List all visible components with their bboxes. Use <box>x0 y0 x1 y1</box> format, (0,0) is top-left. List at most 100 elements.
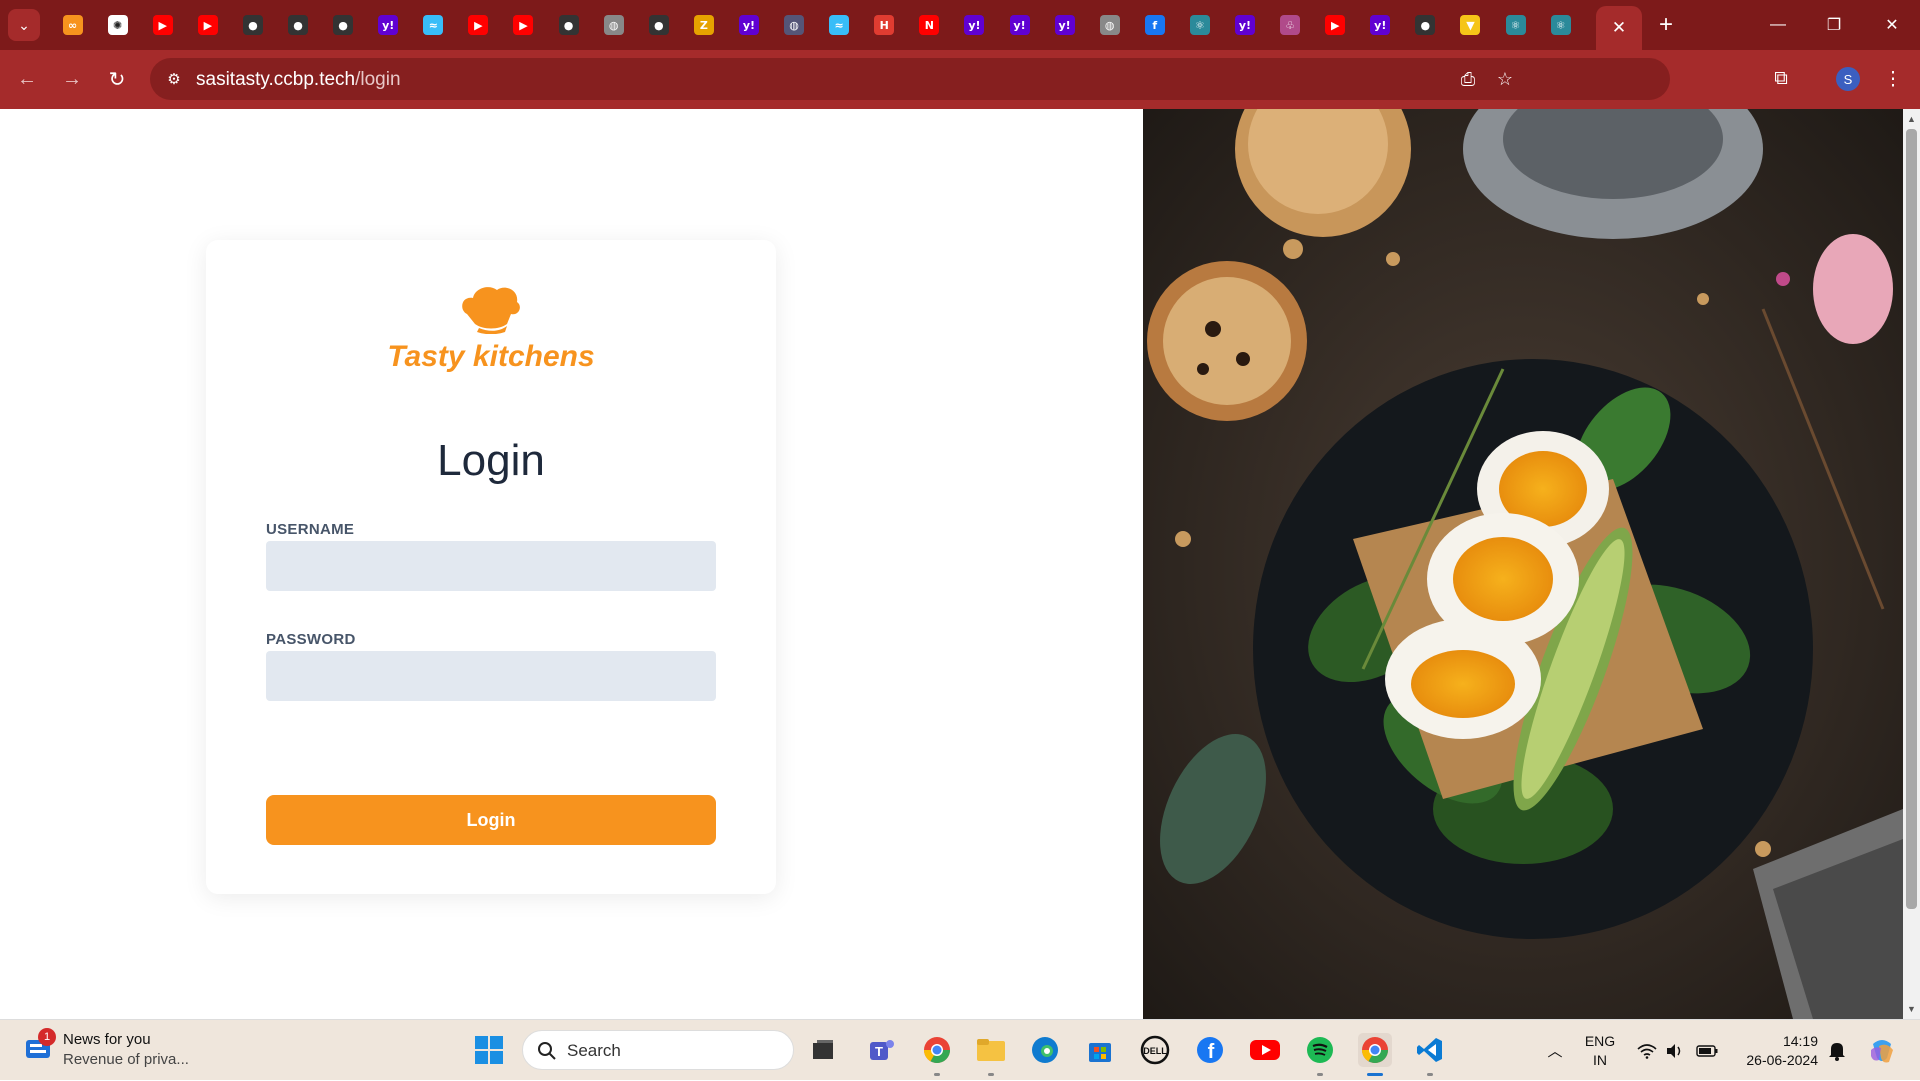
browser-tab[interactable]: ♧ <box>1268 9 1313 41</box>
browser-tab[interactable]: Z <box>681 9 726 41</box>
teams-icon[interactable]: T <box>865 1033 899 1067</box>
youtube-icon[interactable] <box>1248 1033 1282 1067</box>
back-button[interactable]: ← <box>10 62 44 96</box>
microsoft-store-icon[interactable] <box>1083 1033 1117 1067</box>
browser-tab[interactable]: y! <box>366 9 411 41</box>
chrome-profile-icon[interactable] <box>1358 1033 1392 1067</box>
browser-tab[interactable]: ● <box>1403 9 1448 41</box>
chrome-icon[interactable] <box>920 1033 954 1067</box>
tab-search-button[interactable]: ⌄ <box>8 9 40 41</box>
taskbar: 1 News for you Revenue of priva... Searc… <box>0 1019 1920 1080</box>
browser-tab[interactable]: ● <box>275 9 320 41</box>
file-explorer-icon[interactable] <box>974 1033 1008 1067</box>
site-info-icon[interactable]: ⚙ <box>162 67 186 91</box>
close-window-button[interactable]: ✕ <box>1864 0 1920 50</box>
profile-avatar[interactable]: S <box>1836 67 1860 91</box>
explorer-running-indicator <box>988 1073 994 1076</box>
browser-tab[interactable]: ▶ <box>140 9 185 41</box>
scroll-up-arrow[interactable]: ▲ <box>1903 111 1920 127</box>
browser-tab[interactable]: y! <box>952 9 997 41</box>
browser-tab[interactable]: y! <box>726 9 771 41</box>
search-icon <box>538 1042 556 1060</box>
system-clock[interactable]: 14:19 26-06-2024 <box>1728 1032 1818 1070</box>
scroll-down-arrow[interactable]: ▼ <box>1903 1001 1920 1017</box>
youtube-icon: ▶ <box>468 15 489 35</box>
lang-line1: ENG <box>1584 1033 1616 1049</box>
browser-tab[interactable]: ⚛ <box>1177 9 1222 41</box>
browser-tab[interactable]: ▶ <box>1313 9 1358 41</box>
language-indicator[interactable]: ENG IN <box>1582 1032 1618 1070</box>
search-label: Search <box>567 1041 621 1060</box>
active-tab-close-button[interactable]: ✕ <box>1596 6 1642 50</box>
news-subtitle[interactable]: Revenue of priva... <box>63 1051 189 1068</box>
yahoo-icon: y! <box>1009 15 1030 35</box>
browser-tab[interactable]: ◍ <box>1087 9 1132 41</box>
browser-tab[interactable]: ∞ <box>50 9 95 41</box>
browser-tab[interactable]: y! <box>1358 9 1403 41</box>
browser-tab[interactable]: ⚛ <box>1538 9 1583 41</box>
minimize-button[interactable]: — <box>1750 0 1806 50</box>
browser-tab[interactable]: y! <box>997 9 1042 41</box>
browser-tab[interactable]: ≈ <box>817 9 862 41</box>
chrome-menu-button[interactable]: ⋮ <box>1876 62 1910 96</box>
react-icon: ⚛ <box>1505 15 1526 35</box>
brand-name: Tasty kitchens <box>387 340 595 373</box>
address-bar[interactable]: ⚙ sasitasty.ccbp.tech/login ⎙ ☆ <box>150 58 1670 100</box>
reload-button[interactable]: ↻ <box>100 62 134 96</box>
volume-icon[interactable] <box>1662 1020 1688 1081</box>
login-button[interactable]: Login <box>266 795 716 845</box>
scroll-thumb[interactable] <box>1906 129 1917 909</box>
news-title[interactable]: News for you <box>63 1031 151 1048</box>
facebook-icon[interactable]: f <box>1193 1033 1227 1067</box>
browser-tab[interactable]: ◍ <box>772 9 817 41</box>
browser-tab[interactable]: ▼ <box>1448 9 1493 41</box>
browser-tab[interactable]: ⚛ <box>1493 9 1538 41</box>
taskbar-search[interactable]: Search <box>522 1030 794 1070</box>
chef-hat-logo-icon <box>462 287 520 334</box>
wifi-icon[interactable] <box>1634 1020 1660 1081</box>
github-icon: ● <box>558 15 579 35</box>
browser-tab[interactable]: ✺ <box>95 9 140 41</box>
show-hidden-icons-chevron-icon[interactable]: ︿ <box>1540 1020 1570 1081</box>
bookmark-star-icon[interactable]: ☆ <box>1493 67 1517 91</box>
browser-tab[interactable]: ● <box>636 9 681 41</box>
dell-icon[interactable]: DELL <box>1138 1033 1172 1067</box>
yahoo-icon: y! <box>1054 15 1075 35</box>
username-input[interactable] <box>266 541 716 591</box>
browser-tab[interactable]: y! <box>1222 9 1267 41</box>
vscode-icon[interactable] <box>1413 1033 1447 1067</box>
url-text[interactable]: sasitasty.ccbp.tech/login <box>196 69 401 91</box>
battery-icon[interactable] <box>1692 1020 1722 1081</box>
browser-tab[interactable]: ≈ <box>411 9 456 41</box>
browser-tab[interactable]: ◍ <box>591 9 636 41</box>
restore-button[interactable]: ❐ <box>1806 0 1862 50</box>
browser-tab[interactable]: H <box>862 9 907 41</box>
edge-icon[interactable] <box>1028 1033 1062 1067</box>
browser-tab[interactable]: ▶ <box>501 9 546 41</box>
copilot-icon[interactable] <box>1864 1020 1900 1081</box>
page-scrollbar[interactable]: ▲ ▼ <box>1903 109 1920 1019</box>
browser-tab[interactable]: ▶ <box>456 9 501 41</box>
vite-icon: ▼ <box>1460 15 1481 35</box>
forward-button[interactable]: → <box>55 62 89 96</box>
new-tab-button[interactable]: + <box>1650 9 1682 41</box>
globe-icon: ◍ <box>603 15 624 35</box>
password-input[interactable] <box>266 651 716 701</box>
browser-tab[interactable]: N <box>907 9 952 41</box>
task-view-icon[interactable] <box>806 1033 840 1067</box>
spotify-icon[interactable] <box>1303 1033 1337 1067</box>
password-label: PASSWORD <box>266 631 356 648</box>
tailwind-icon: ≈ <box>829 15 850 35</box>
browser-tab[interactable]: ● <box>321 9 366 41</box>
browser-tab[interactable]: ● <box>230 9 275 41</box>
browser-tab[interactable]: ▶ <box>185 9 230 41</box>
browser-tab[interactable]: f <box>1132 9 1177 41</box>
chrome-running-indicator <box>934 1073 940 1076</box>
extensions-icon[interactable]: ⧉ <box>1764 62 1798 96</box>
facebook-icon: f <box>1144 15 1165 35</box>
windows-start-icon[interactable] <box>474 1035 504 1065</box>
browser-tab[interactable]: y! <box>1042 9 1087 41</box>
notification-bell-icon[interactable] <box>1822 1020 1852 1081</box>
browser-tab[interactable]: ● <box>546 9 591 41</box>
install-app-icon[interactable]: ⎙ <box>1456 67 1480 91</box>
